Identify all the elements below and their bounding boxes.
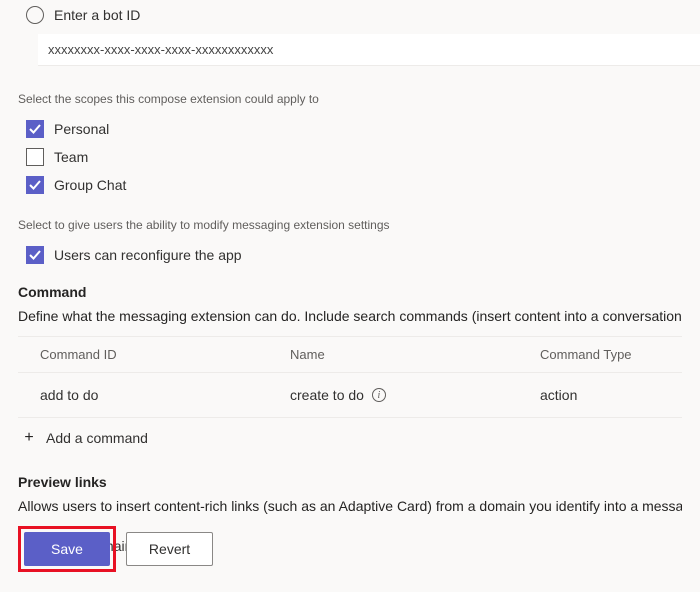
scopes-caption: Select the scopes this compose extension… [18,92,682,106]
cell-command-type: action [540,387,660,403]
cell-command-id: add to do [40,387,290,403]
commands-table: Command ID Name Command Type add to do c… [18,336,682,418]
revert-button[interactable]: Revert [126,532,213,566]
check-icon [29,249,41,261]
cell-command-name: create to do [290,387,364,403]
reconfigure-label: Users can reconfigure the app [54,247,242,263]
bot-id-radio-label: Enter a bot ID [54,7,140,23]
check-icon [29,179,41,191]
scope-team-checkbox[interactable] [26,148,44,166]
add-command-label: Add a command [46,430,148,446]
save-highlight: Save [18,526,116,572]
command-title: Command [18,284,682,300]
info-icon[interactable]: i [372,388,386,402]
bot-id-input[interactable] [38,34,700,66]
scope-groupchat-checkbox[interactable] [26,176,44,194]
scope-personal-checkbox[interactable] [26,120,44,138]
col-header-type: Command Type [540,347,660,362]
save-button[interactable]: Save [24,532,110,566]
preview-title: Preview links [18,474,682,490]
reconfigure-caption: Select to give users the ability to modi… [18,218,682,232]
table-row[interactable]: add to do create to do i action [18,373,682,418]
add-command-button[interactable]: + Add a command [18,418,682,460]
scope-groupchat-label: Group Chat [54,177,126,193]
col-header-id: Command ID [40,347,290,362]
reconfigure-checkbox[interactable] [26,246,44,264]
col-header-name: Name [290,347,540,362]
command-desc: Define what the messaging extension can … [18,308,682,324]
check-icon [29,123,41,135]
scope-team-label: Team [54,149,88,165]
scope-personal-label: Personal [54,121,109,137]
preview-desc: Allows users to insert content-rich link… [18,498,682,514]
plus-icon: + [22,431,36,445]
bot-id-radio[interactable] [26,6,44,24]
